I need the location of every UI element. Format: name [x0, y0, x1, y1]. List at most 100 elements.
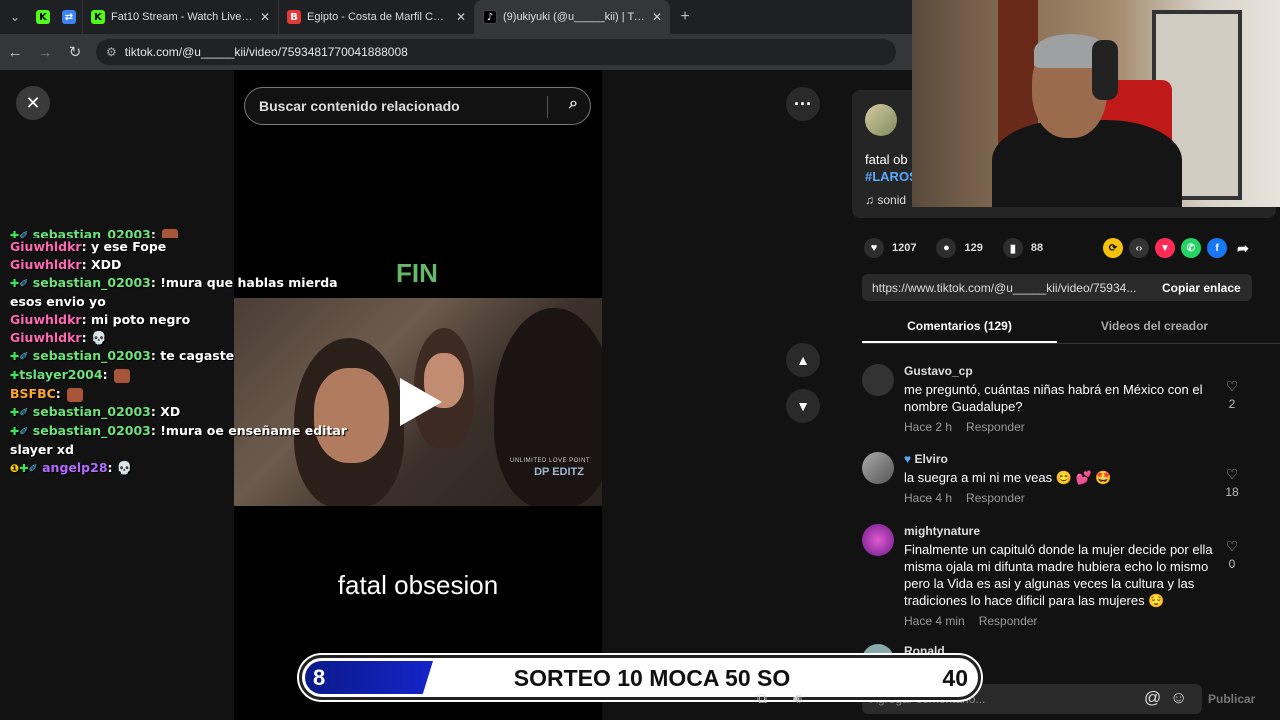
send-icon[interactable]: ▼ — [1155, 238, 1175, 258]
heart-outline-icon: ♡ — [1225, 538, 1239, 554]
comment-text: la suegra a mi ni me veas 😊 💕 🤩 — [904, 470, 1112, 485]
comment-username[interactable]: mightynature — [904, 524, 1224, 538]
streamer-webcam — [912, 0, 1280, 207]
close-video-button[interactable]: ✕ — [16, 86, 50, 120]
chat-message: Giuwhldkr: y ese Fope — [10, 239, 167, 254]
stream-chat-overlay: ✚✐ sebastian_02003: Giuwhldkr: y ese Fop… — [10, 227, 350, 478]
author-avatar[interactable] — [865, 104, 897, 136]
tab-search-icon[interactable]: ⌄ — [0, 0, 30, 34]
play-icon[interactable] — [400, 378, 442, 426]
sound-link[interactable]: ♫ sonid — [865, 193, 906, 207]
kick-icon: K — [36, 10, 50, 24]
chat-username: BSFBC — [10, 386, 56, 401]
new-tab-button[interactable]: + — [670, 8, 700, 26]
chat-username: sebastian_02003 — [32, 404, 151, 419]
comment-like-count: 2 — [1228, 397, 1236, 411]
reply-button[interactable]: Responder — [966, 491, 1025, 505]
tab-kick-stream[interactable]: K Fat10 Stream - Watch Live on K ✕ — [82, 0, 278, 34]
comment-like-button[interactable]: ♡ 18 — [1222, 466, 1242, 499]
back-icon[interactable]: ← — [0, 44, 30, 61]
previous-video-button[interactable]: ▲ — [786, 343, 820, 377]
pinned-tab-kick[interactable]: K — [30, 0, 56, 34]
comment-like-count: 18 — [1225, 485, 1239, 499]
publish-button[interactable]: Publicar — [1208, 692, 1255, 706]
commenter-avatar[interactable] — [862, 524, 894, 556]
screen: ⌄ K ⇄ K Fat10 Stream - Watch Live on K ✕… — [0, 0, 1280, 720]
commenter-avatar[interactable] — [862, 364, 894, 396]
banner-left-number: 8 — [313, 665, 326, 690]
reply-button[interactable]: Responder — [966, 420, 1025, 434]
pip-icon[interactable]: ⧉ — [757, 690, 767, 707]
reply-button[interactable]: Responder — [979, 614, 1038, 628]
pinned-tab-sync[interactable]: ⇄ — [56, 0, 82, 34]
betting-icon: B — [287, 10, 301, 24]
comment-username-text: Elviro — [914, 452, 948, 466]
sub-badge-icon: ✚ — [19, 462, 29, 475]
address-bar[interactable]: ⚙ tiktok.com/@u_____kii/video/7593481770… — [96, 39, 896, 65]
music-note-icon: ♫ — [865, 193, 878, 207]
close-icon[interactable]: ✕ — [260, 10, 270, 24]
tab-tiktok[interactable]: ♪ (9)ukiyuki (@u_____kii) | TikTok ✕ — [474, 0, 670, 34]
comment-username[interactable]: ♥ Elviro — [904, 452, 1224, 466]
comment-like-button[interactable]: ♡ 2 — [1222, 378, 1242, 411]
chat-username: Giuwhldkr — [10, 257, 82, 272]
site-info-icon[interactable]: ⚙ — [106, 45, 117, 59]
video-caption: fatal obsesion — [337, 570, 499, 600]
chat-message: Giuwhldkr: XDD — [10, 257, 122, 272]
tab-creator-videos[interactable]: Videos del creador — [1057, 316, 1252, 343]
forward-icon[interactable]: → — [30, 44, 60, 61]
search-icon[interactable]: ⌕ — [569, 95, 578, 113]
tab-comments[interactable]: Comentarios (129) — [862, 316, 1057, 343]
repost-icon[interactable]: ⟳ — [1103, 238, 1123, 258]
comment-like-count: 0 — [1228, 557, 1236, 571]
close-icon[interactable]: ✕ — [652, 10, 662, 24]
chat-message: ✚✐ sebastian_02003: !mura oe enseñame ed… — [10, 422, 350, 441]
reload-icon[interactable]: ↻ — [60, 43, 90, 61]
chat-message: ❶✚✐ angelp28: 💀 — [10, 459, 350, 478]
save-count: 88 — [1030, 242, 1044, 254]
chat-text: XD — [160, 404, 181, 419]
sub-badge-icon: ✚ — [10, 406, 20, 419]
emoji-icon[interactable]: ☺ — [1170, 688, 1187, 708]
panel-tabs: Comentarios (129) Videos del creador — [862, 316, 1280, 344]
chat-message: BSFBC: — [10, 385, 350, 403]
heart-icon[interactable]: ♥ — [864, 238, 884, 258]
hashtag-link[interactable]: #LAROS — [865, 169, 918, 184]
share-buttons: ⟳ ‹› ▼ ✆ f ➦ — [1103, 238, 1253, 258]
bookmark-icon[interactable]: ▮ — [1002, 238, 1023, 258]
related-search-input[interactable]: Buscar contenido relacionado ⌕ — [244, 87, 591, 125]
chat-text: slayer xd — [10, 442, 74, 457]
comment-icon[interactable]: ● — [936, 238, 957, 258]
more-options-button[interactable]: ··· — [786, 87, 820, 121]
banner-right-number: 40 — [942, 665, 968, 691]
video-link[interactable]: https://www.tiktok.com/@u_____kii/video/… — [862, 281, 1152, 295]
facebook-icon[interactable]: f — [1207, 238, 1227, 258]
comment-time: Hace 4 h — [904, 491, 953, 505]
commenter-avatar[interactable] — [862, 452, 894, 484]
watermark-small: UNLIMITED LOVE POINT — [509, 458, 590, 464]
mention-icon[interactable]: @ — [1144, 688, 1161, 708]
chat-username: Giuwhldkr — [10, 330, 82, 345]
sound-name: sonid — [877, 193, 907, 207]
comment-like-button[interactable]: ♡ 0 — [1222, 538, 1242, 571]
sub-badge-icon: ✚ — [10, 229, 20, 238]
chat-message: ✚✐ sebastian_02003: XD — [10, 403, 350, 422]
tab-title: Fat10 Stream - Watch Live on K — [111, 11, 254, 23]
kick-icon: K — [91, 10, 105, 24]
tab-title: Egipto - Costa de Marfil Cuotas — [307, 11, 450, 23]
close-icon[interactable]: ✕ — [456, 10, 466, 24]
post-stats: ♥ 1207 ● 129 ▮ 88 — [864, 238, 1055, 258]
share-arrow-icon[interactable]: ➦ — [1233, 238, 1253, 258]
post-description: fatal ob — [865, 152, 908, 167]
search-placeholder: Buscar contenido relacionado — [259, 98, 460, 114]
chat-message: slayer xd — [10, 441, 350, 459]
tab-betting[interactable]: B Egipto - Costa de Marfil Cuotas ✕ — [278, 0, 474, 34]
next-video-button[interactable]: ▼ — [786, 389, 820, 423]
volume-icon[interactable]: 🔊︎ — [793, 690, 802, 707]
url-text: tiktok.com/@u_____kii/video/759348177004… — [124, 45, 408, 59]
copy-link-button[interactable]: Copiar enlace — [1152, 281, 1241, 295]
whatsapp-icon[interactable]: ✆ — [1181, 238, 1201, 258]
comment-username[interactable]: Gustavo_cp — [904, 364, 1224, 378]
embed-icon[interactable]: ‹› — [1129, 238, 1149, 258]
sword-badge-icon: ✐ — [28, 462, 38, 475]
